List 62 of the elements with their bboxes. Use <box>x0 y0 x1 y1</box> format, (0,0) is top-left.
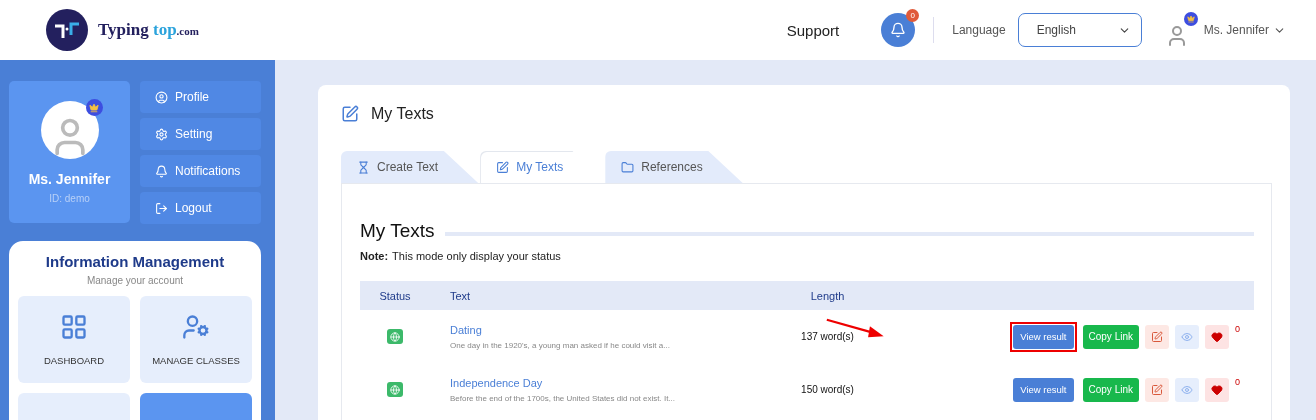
heart-icon <box>1211 330 1223 343</box>
language-label: Language <box>952 23 1006 37</box>
pen-square-icon <box>496 160 510 174</box>
sidebar-menu-item[interactable]: Logout <box>140 192 261 224</box>
eye-icon <box>1181 383 1193 396</box>
language-select[interactable]: English <box>1017 13 1142 47</box>
text-excerpt: One day in the 1920's, a young man asked if he could visit a... <box>450 340 671 350</box>
bell-icon <box>155 164 168 178</box>
sidebar-menu-item[interactable]: Profile <box>140 81 261 113</box>
sidebar-menu-item[interactable]: Setting <box>140 118 261 150</box>
pen-square-icon <box>1151 383 1163 396</box>
crown-icon <box>85 99 103 116</box>
settings-icon <box>155 127 168 141</box>
logout-icon <box>155 201 168 215</box>
column-header: Status <box>379 289 411 302</box>
folder-icon <box>621 160 635 174</box>
info-title: Information Management <box>45 253 225 270</box>
logo-text: Typing top.com <box>98 20 199 40</box>
nav-tile[interactable]: MANAGE CLASSES <box>140 296 252 383</box>
like-button[interactable] <box>1205 377 1229 402</box>
edit-button[interactable] <box>1145 377 1169 402</box>
length-cell: 137 word(s) <box>801 331 854 342</box>
sidebar-menu-item[interactable]: Notifications <box>140 155 261 187</box>
view-result-button[interactable]: View result <box>1013 324 1074 349</box>
like-count: 0 <box>1235 323 1240 334</box>
heart-icon <box>1211 383 1223 396</box>
crown-icon <box>1183 12 1198 26</box>
view-result-button[interactable]: View result <box>1013 377 1074 402</box>
column-header: Text <box>449 289 472 302</box>
globe-icon <box>387 329 403 344</box>
profile-name: Ms. Jennifer <box>28 171 111 187</box>
length-cell: 150 word(s) <box>801 384 854 395</box>
pen-square-icon <box>341 105 359 123</box>
notification-count: 0 <box>906 9 920 22</box>
support-link[interactable]: Support <box>786 21 840 39</box>
nav-tile[interactable]: DASHBOARD <box>18 296 130 383</box>
page-title: My Texts <box>371 105 434 123</box>
info-subtitle: Manage your account <box>86 275 184 286</box>
user-gear-icon <box>182 313 210 341</box>
text-excerpt: Before the end of the 1700s, the United States did not exist. It... <box>450 393 677 403</box>
column-header: Length <box>810 289 845 302</box>
note-text: Note: This mode only display your status <box>360 250 562 262</box>
globe-icon <box>387 382 403 397</box>
grid-icon <box>60 313 88 341</box>
edit-button[interactable] <box>1145 324 1169 349</box>
tab[interactable]: References <box>605 151 743 183</box>
copy-link-button[interactable]: Copy Link <box>1082 377 1139 402</box>
logo-icon <box>46 9 88 51</box>
text-title-link[interactable]: Independence Day <box>450 376 760 389</box>
text-title-link[interactable]: Dating <box>450 323 760 336</box>
like-count: 0 <box>1235 376 1240 387</box>
user-menu[interactable]: Ms. Jennifer <box>1203 23 1286 37</box>
user-circle-icon <box>155 90 168 104</box>
section-heading: My Texts <box>360 220 435 242</box>
copy-link-button[interactable]: Copy Link <box>1082 324 1139 349</box>
eye-icon <box>1181 330 1193 343</box>
profile-id: ID: demo <box>49 193 90 204</box>
bell-icon <box>890 22 907 38</box>
tab[interactable]: Create Text <box>341 151 479 183</box>
like-button[interactable] <box>1205 324 1229 349</box>
hourglass-icon <box>357 160 370 174</box>
pen-square-icon <box>1151 330 1163 343</box>
